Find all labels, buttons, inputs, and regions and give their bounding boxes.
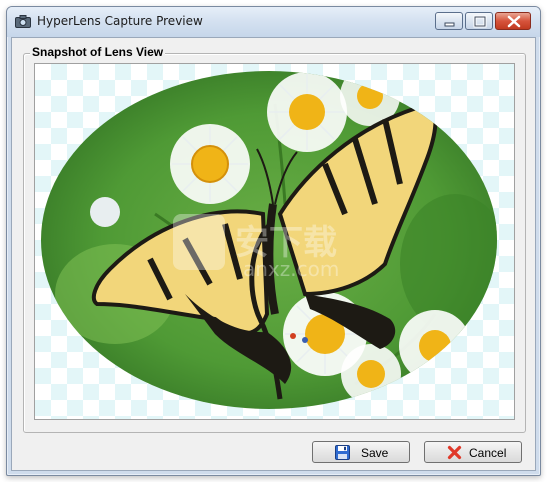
minimize-icon (444, 22, 455, 27)
save-button-label: Save (361, 446, 389, 460)
groupbox-label: Snapshot of Lens View (30, 45, 166, 59)
butterfly-photo: 安下载 anxz.com (41, 71, 497, 409)
daisy-right (399, 310, 471, 382)
title-bar[interactable]: HyperLens Capture Preview (7, 7, 540, 37)
close-icon (507, 15, 521, 28)
close-button[interactable] (495, 12, 531, 30)
lens-snapshot-preview: 安下载 anxz.com (34, 63, 515, 420)
floppy-disk-icon (335, 445, 350, 460)
save-button[interactable]: Save (312, 441, 410, 463)
maximize-button[interactable] (465, 12, 493, 30)
daisy-bottom-mid (341, 344, 401, 404)
cancel-button-label: Cancel (469, 446, 507, 460)
maximize-icon (473, 15, 487, 28)
daisy-top-left (170, 124, 250, 204)
daisy-top-center (267, 72, 347, 152)
minimize-button[interactable] (435, 12, 463, 30)
camera-icon (15, 15, 31, 28)
svg-text:anxz.com: anxz.com (243, 257, 339, 281)
window-title: HyperLens Capture Preview (37, 14, 203, 28)
capture-preview-window: HyperLens Capture Preview Snapshot of Le… (6, 6, 541, 476)
dialog-client-area: Snapshot of Lens View 安下载 anxz.com Save … (11, 37, 536, 471)
cancel-button[interactable]: Cancel (424, 441, 522, 463)
red-x-icon (447, 445, 462, 460)
